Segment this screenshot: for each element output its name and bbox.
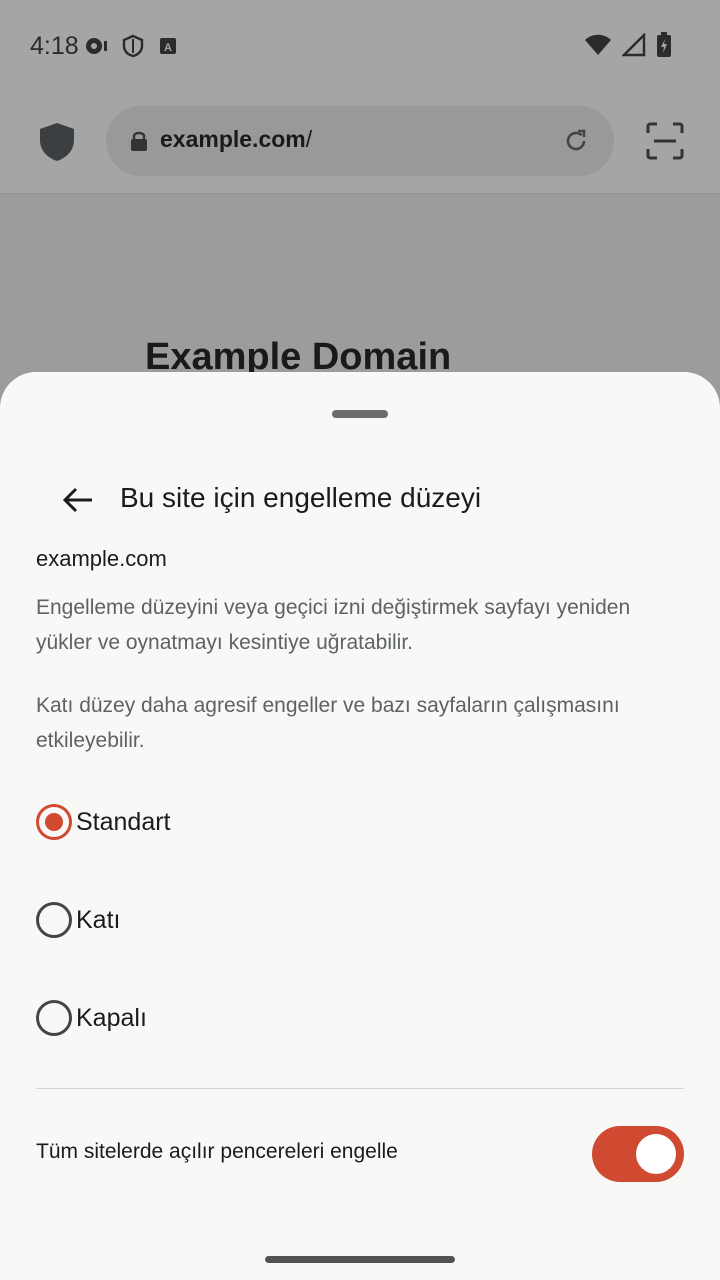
translate-icon: A [160, 38, 176, 54]
block-popups-toggle[interactable] [592, 1126, 684, 1182]
site-name: example.com [36, 546, 167, 571]
media-icon [86, 38, 107, 54]
option-kati[interactable]: Katı [36, 888, 684, 952]
status-time: 4:18 [30, 32, 79, 60]
block-popups-row[interactable]: Tüm sitelerde açılır pencereleri engelle [36, 1124, 684, 1184]
status-icons-right [584, 32, 672, 58]
block-popups-label: Tüm sitelerde açılır pencereleri engelle [36, 1140, 398, 1163]
option-kapali[interactable]: Kapalı [36, 986, 684, 1050]
blocking-level-sheet: Bu site için engelleme düzeyi example.co… [0, 372, 720, 1280]
browser-toolbar: example.com/ [0, 90, 720, 194]
reload-warning-text: Engelleme düzeyini veya geçici izni deği… [36, 596, 631, 654]
scan-qr-button[interactable] [646, 122, 684, 160]
url-host: example.com [160, 126, 306, 152]
strict-warning-text: Katı düzey daha agresif engeller ve bazı… [36, 694, 620, 752]
vpn-shield-icon [122, 34, 144, 58]
status-icons-left: A [84, 34, 178, 58]
privacy-shield-button[interactable] [36, 120, 78, 164]
shield-icon [40, 123, 74, 161]
option-label: Katı [76, 905, 121, 934]
radio-standart[interactable] [36, 804, 72, 840]
url-text: example.com/ [160, 126, 312, 153]
status-bar: 4:18 A [0, 0, 720, 90]
back-arrow-icon [62, 487, 92, 513]
url-bar[interactable]: example.com/ [106, 106, 614, 176]
toggle-knob [636, 1134, 676, 1174]
svg-text:A: A [164, 42, 172, 54]
battery-icon [657, 32, 671, 57]
signal-icon [622, 33, 646, 57]
sheet-title: Bu site için engelleme düzeyi [120, 482, 482, 513]
divider [36, 1088, 684, 1089]
wifi-icon [585, 34, 611, 55]
radio-kapali[interactable] [36, 1000, 72, 1036]
scan-icon [646, 122, 684, 160]
drag-handle[interactable] [332, 410, 388, 418]
lock-icon [131, 131, 147, 151]
radio-kati[interactable] [36, 902, 72, 938]
back-button[interactable] [54, 476, 102, 524]
option-label: Standart [76, 807, 171, 836]
option-label: Kapalı [76, 1003, 147, 1032]
reload-icon[interactable] [562, 127, 590, 155]
gesture-nav-bar[interactable] [265, 1256, 455, 1263]
url-path: / [305, 126, 313, 152]
option-standart[interactable]: Standart [36, 790, 684, 854]
